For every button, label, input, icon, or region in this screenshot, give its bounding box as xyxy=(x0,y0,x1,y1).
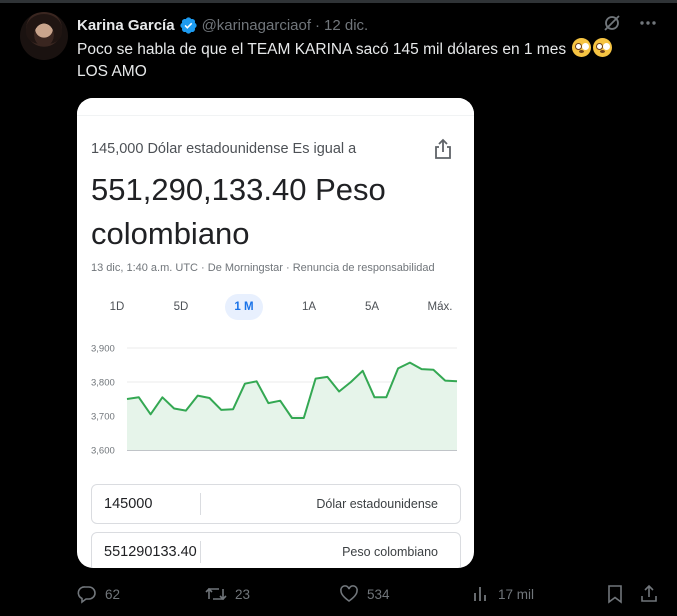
tweet-text-line2: LOS AMO xyxy=(77,63,147,80)
range-5a[interactable]: 5A xyxy=(352,294,392,320)
author-handle[interactable]: @karinagarciaof xyxy=(202,17,311,34)
bookmark-button[interactable] xyxy=(606,582,624,606)
rate-meta: 13 dic, 1:40 a.m. UTC · De Morningstar ·… xyxy=(91,262,435,274)
card-top-bar xyxy=(77,98,474,116)
chart-area-fill xyxy=(127,362,457,450)
views-button[interactable]: 17 mil xyxy=(472,582,534,606)
from-amount-input[interactable]: 145000 xyxy=(104,485,152,523)
verified-badge-icon xyxy=(179,16,197,34)
field-divider xyxy=(200,493,201,515)
flushed-face-emoji-icon xyxy=(572,38,592,57)
avatar[interactable] xyxy=(20,12,68,60)
y-tick-label: 3,900 xyxy=(91,344,115,355)
exchange-rate-chart[interactable]: 3,900 3,800 3,700 3,600 xyxy=(89,338,469,468)
like-button[interactable]: 534 xyxy=(339,582,390,606)
reply-button[interactable]: 62 xyxy=(77,582,120,606)
repost-icon xyxy=(205,587,227,601)
views-icon xyxy=(474,587,486,601)
author-name[interactable]: Karina García xyxy=(77,17,175,34)
share-button[interactable] xyxy=(639,582,659,606)
y-tick-label: 3,700 xyxy=(91,412,115,423)
repost-count: 23 xyxy=(235,586,251,602)
more-icon[interactable] xyxy=(637,12,659,34)
range-1d[interactable]: 1D xyxy=(97,294,137,320)
y-tick-label: 3,600 xyxy=(91,446,115,457)
tweet-text-line1: Poco se habla de que el TEAM KARINA sacó… xyxy=(77,41,567,58)
window-top-border xyxy=(0,0,677,3)
reply-count: 62 xyxy=(105,586,121,602)
share-icon xyxy=(641,584,657,602)
tweet-header: Karina García @karinagarciaof · 12 dic. xyxy=(77,14,368,36)
conversion-result: 551,290,133.40 Peso colombiano xyxy=(91,168,451,256)
range-max[interactable]: Máx. xyxy=(417,294,463,320)
tweet-text: Poco se habla de que el TEAM KARINA sacó… xyxy=(77,38,657,83)
field-divider xyxy=(200,541,201,563)
reply-icon xyxy=(77,586,96,604)
like-icon xyxy=(340,585,358,602)
to-currency-select[interactable]: Peso colombiano xyxy=(342,533,438,568)
views-count: 17 mil xyxy=(498,586,535,602)
from-currency-select[interactable]: Dólar estadounidense xyxy=(316,485,438,523)
conversion-subtitle: 145,000 Dólar estadounidense Es igual a xyxy=(91,141,357,157)
range-5d[interactable]: 5D xyxy=(161,294,201,320)
bookmark-icon xyxy=(608,585,622,604)
range-selector: 1D 5D 1 M 1A 5A Máx. xyxy=(97,294,462,320)
separator-dot: · xyxy=(315,16,321,34)
y-tick-label: 3,800 xyxy=(91,378,115,389)
attached-image-currency-converter[interactable]: 145,000 Dólar estadounidense Es igual a … xyxy=(77,98,474,568)
from-amount-field[interactable]: 145000 Dólar estadounidense xyxy=(91,484,461,524)
share-icon[interactable] xyxy=(433,138,453,160)
like-count: 534 xyxy=(367,586,390,602)
tweet-top-actions xyxy=(601,12,659,34)
conversion-result-line2: colombiano xyxy=(91,216,250,251)
pleading-face-emoji-icon xyxy=(593,38,613,57)
tweet-date[interactable]: 12 dic. xyxy=(324,17,368,34)
grok-icon[interactable] xyxy=(601,12,623,34)
to-amount-input[interactable]: 551290133.40 xyxy=(104,533,197,568)
range-1a[interactable]: 1A xyxy=(289,294,329,320)
range-1m[interactable]: 1 M xyxy=(225,294,263,320)
conversion-result-line1: 551,290,133.40 Peso xyxy=(91,172,386,207)
repost-button[interactable]: 23 xyxy=(205,582,250,606)
to-amount-field[interactable]: 551290133.40 Peso colombiano xyxy=(91,532,461,568)
tweet-actions: 62 23 534 17 mil xyxy=(77,582,661,606)
